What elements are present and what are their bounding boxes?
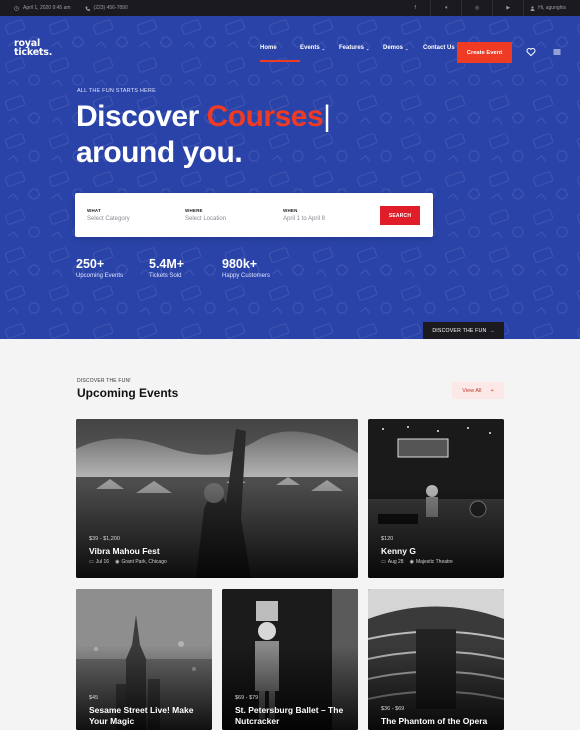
typing-caret: | xyxy=(323,100,331,133)
event-meta: ▭ Jul 16 ◉ Grant Park, Chicago xyxy=(89,559,167,565)
event-location: Majestic Theatre xyxy=(415,559,453,565)
when-label: WHEN xyxy=(283,208,298,213)
stat-value: 250+ xyxy=(76,257,105,271)
nav-item-features[interactable]: Features ⌄ xyxy=(339,45,383,51)
event-meta: ▭ Aug 28 ◉ Majestic Theatre xyxy=(381,559,453,565)
divider xyxy=(492,0,494,16)
hero-kicker: ALL THE FUN STARTS HERE xyxy=(77,88,156,94)
divider xyxy=(523,0,525,16)
hero-pattern xyxy=(0,16,580,339)
location-pin-icon: ◉ xyxy=(409,559,414,565)
stat-caption: Happy Customers xyxy=(222,273,271,279)
event-title: Sesame Street Live! Make Your Magic xyxy=(89,705,194,726)
when-field[interactable]: WHEN April 1 to April 8 xyxy=(283,208,325,222)
facebook-icon[interactable]: f xyxy=(406,5,424,11)
chevron-down-icon: ⌄ xyxy=(366,45,370,51)
view-all-label: View All xyxy=(462,387,482,394)
phone-text: (223) 456-7890 xyxy=(93,5,128,11)
nav-label: Features xyxy=(339,45,365,51)
nav-item-contact-us[interactable]: Contact Us xyxy=(423,45,455,51)
nav-item-events[interactable]: Events ⌄ xyxy=(300,45,339,51)
events-title: Upcoming Events xyxy=(77,386,179,400)
divider xyxy=(461,0,463,16)
what-value: Select Category xyxy=(87,216,130,222)
when-value: April 1 to April 8 xyxy=(283,216,326,222)
what-label: WHAT xyxy=(87,208,101,213)
headline-accent: Courses xyxy=(206,100,324,133)
hero-section: royal tickets. Home Events ⌄ Features ⌄ … xyxy=(0,16,580,339)
event-date: Aug 28 xyxy=(387,559,404,565)
event-price: $69 - $79 xyxy=(235,695,259,701)
divider xyxy=(430,0,432,16)
stat-happy-customers: 980k+ Happy Customers xyxy=(222,257,270,279)
site-logo[interactable]: royal tickets. xyxy=(14,39,53,58)
nav-label: Demos xyxy=(383,45,404,51)
heart-icon[interactable] xyxy=(526,47,536,57)
discover-label: DISCOVER THE FUN xyxy=(432,327,487,334)
menu-icon[interactable] xyxy=(552,47,562,57)
chevron-down-icon: ⌄ xyxy=(405,45,409,51)
nav-item-demos[interactable]: Demos ⌄ xyxy=(383,45,423,51)
date-info: April 1, 2020 9:45 am xyxy=(14,5,71,11)
phone-icon xyxy=(85,6,90,11)
event-card-kenny-g[interactable]: $120 Kenny G ▭ Aug 28 ◉ Majestic Theatre xyxy=(368,419,504,578)
nav-label: Events xyxy=(300,45,320,51)
event-title: The Phantom of the Opera xyxy=(381,716,488,726)
event-title: St. Petersburg Ballet – The Nutcracker xyxy=(235,705,344,726)
event-title: Kenny G xyxy=(381,546,416,556)
user-greeting: Hi, agunghis xyxy=(538,5,566,11)
twitter-icon[interactable]: ▾ xyxy=(437,5,455,11)
phone-info[interactable]: (223) 456-7890 xyxy=(85,5,128,11)
logo-line-2: tickets. xyxy=(14,47,53,58)
nav-label: Home xyxy=(260,45,277,51)
clock-icon xyxy=(14,5,19,11)
event-price: $36 - $69 xyxy=(381,706,405,712)
event-title: Vibra Mahou Fest xyxy=(89,546,160,556)
what-field[interactable]: WHAT Select Category xyxy=(87,208,130,222)
top-bar: April 1, 2020 9:45 am (223) 456-7890 f ▾… xyxy=(0,0,580,16)
nav-item-home[interactable]: Home xyxy=(260,45,300,62)
stat-caption: Tickets Sold xyxy=(149,273,182,279)
event-price: $39 - $1,200 xyxy=(89,536,120,542)
hero-headline: Discover Courses| around you. xyxy=(76,99,331,171)
user-account[interactable]: Hi, agunghis xyxy=(530,5,566,11)
search-box: WHAT Select Category WHERE Select Locati… xyxy=(75,193,433,237)
where-field[interactable]: WHERE Select Location xyxy=(185,208,226,222)
discover-the-fun-button[interactable]: DISCOVER THE FUN → xyxy=(423,322,504,339)
instagram-icon[interactable]: ◎ xyxy=(468,5,486,11)
date-text: April 1, 2020 9:45 am xyxy=(23,5,71,11)
event-card-nutcracker[interactable]: $69 - $79 St. Petersburg Ballet – The Nu… xyxy=(222,589,358,730)
event-location: Grant Park, Chicago xyxy=(121,559,167,565)
chevron-down-icon: ⌄ xyxy=(321,45,326,51)
stat-caption: Upcoming Events xyxy=(76,273,124,279)
event-card-sesame-street-live[interactable]: $45 Sesame Street Live! Make Your Magic xyxy=(76,589,212,730)
plus-icon: + xyxy=(490,387,494,394)
stat-value: 5.4M+ xyxy=(149,257,185,271)
search-button[interactable]: SEARCH xyxy=(380,206,420,225)
view-all-button[interactable]: View All + xyxy=(452,382,504,399)
location-pin-icon: ◉ xyxy=(115,559,120,565)
stat-upcoming-events: 250+ Upcoming Events xyxy=(76,257,123,279)
headline-prefix: Discover xyxy=(76,100,207,133)
arrow-down-icon: → xyxy=(489,327,495,334)
where-value: Select Location xyxy=(185,216,227,222)
event-price: $45 xyxy=(89,695,99,701)
event-price: $120 xyxy=(381,536,394,542)
main-nav: Home Events ⌄ Features ⌄ Demos ⌄ Contact… xyxy=(260,45,455,62)
user-icon xyxy=(530,5,535,11)
nav-label: Contact Us xyxy=(423,45,455,51)
where-label: WHERE xyxy=(185,208,203,213)
headline-line-2: around you. xyxy=(76,136,243,169)
event-card-phantom-of-the-opera[interactable]: $36 - $69 The Phantom of the Opera xyxy=(368,589,504,730)
stat-tickets-sold: 5.4M+ Tickets Sold xyxy=(149,257,184,279)
youtube-icon[interactable]: ▶ xyxy=(499,5,517,11)
events-kicker: DISCOVER THE FUN! xyxy=(77,378,131,384)
calendar-icon: ▭ xyxy=(89,559,94,565)
event-date: Jul 16 xyxy=(95,559,110,565)
calendar-icon: ▭ xyxy=(381,559,386,565)
create-event-button[interactable]: Create Event xyxy=(457,42,512,63)
event-card-vibra-mahou-fest[interactable]: $39 - $1,200 Vibra Mahou Fest ▭ Jul 16 ◉ G… xyxy=(76,419,358,578)
stat-value: 980k+ xyxy=(222,257,258,271)
